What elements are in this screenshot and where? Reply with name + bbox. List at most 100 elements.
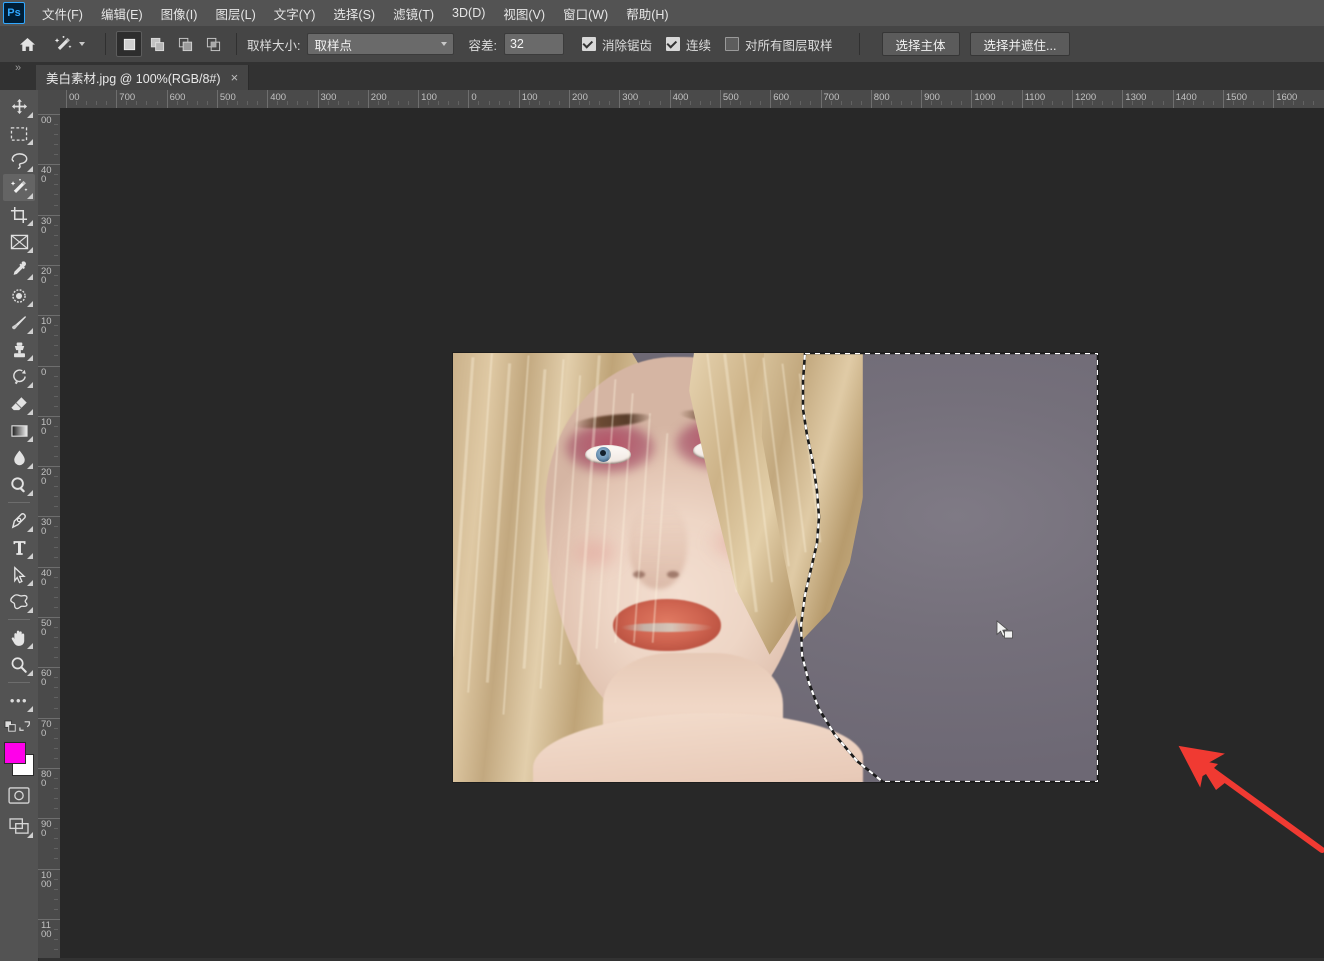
contiguous-checkbox[interactable]: 连续 (666, 35, 711, 54)
eraser-tool[interactable] (3, 390, 35, 417)
rectangular-marquee-tool[interactable] (3, 120, 35, 147)
ruler-tick-minor (1052, 101, 1053, 105)
ruler-tick-minor (348, 101, 349, 105)
close-icon[interactable]: × (231, 71, 239, 84)
home-icon[interactable] (14, 31, 40, 57)
vertical-ruler[interactable]: 0040030020010001002003004005006007008009… (38, 108, 61, 958)
menu-window[interactable]: 窗口(W) (554, 0, 617, 27)
ruler-tick-minor (54, 909, 58, 910)
zoom-tool[interactable] (3, 651, 35, 678)
clone-stamp-tool[interactable] (3, 336, 35, 363)
move-tool[interactable] (3, 93, 35, 120)
ruler-tick-minor (1213, 101, 1214, 105)
add-to-selection-button[interactable] (144, 31, 170, 57)
ruler-tick-minor (54, 325, 58, 326)
ruler-tick-minor (891, 101, 892, 105)
default-colors-button[interactable] (3, 714, 35, 738)
menu-image[interactable]: 图像(I) (152, 0, 207, 27)
ruler-tick-minor (257, 101, 258, 105)
menu-3d[interactable]: 3D(D) (443, 2, 494, 24)
color-swatches[interactable] (3, 742, 35, 776)
gradient-tool[interactable] (3, 417, 35, 444)
menu-help[interactable]: 帮助(H) (617, 0, 677, 27)
tool-more-triangle (27, 274, 33, 280)
ruler-tick-minor (297, 101, 298, 105)
lasso-tool[interactable] (3, 147, 35, 174)
blur-tool[interactable] (3, 444, 35, 471)
tool-preset-picker[interactable] (50, 31, 85, 57)
expand-panels-button[interactable]: » (0, 60, 36, 90)
menu-edit[interactable]: 编辑(E) (92, 0, 152, 27)
foreground-color-swatch[interactable] (4, 742, 26, 764)
divider (105, 33, 106, 55)
chevron-down-icon[interactable] (79, 42, 85, 46)
screen-mode-button[interactable] (3, 813, 35, 840)
menu-filter[interactable]: 滤镜(T) (384, 0, 443, 27)
ruler-tick-minor (54, 808, 58, 809)
ruler-tick-minor (901, 101, 902, 105)
selection-mode-group (116, 31, 226, 57)
custom-shape-tool[interactable] (3, 588, 35, 615)
menu-bar: Ps 文件(F) 编辑(E) 图像(I) 图层(L) 文字(Y) 选择(S) 滤… (0, 0, 1324, 26)
eyedropper-tool[interactable] (3, 255, 35, 282)
crop-tool[interactable] (3, 201, 35, 228)
ruler-tick-minor (378, 101, 379, 105)
ruler-tick-minor (54, 577, 58, 578)
intersect-selection-button[interactable] (200, 31, 226, 57)
ruler-tick-minor (398, 101, 399, 105)
menu-type[interactable]: 文字(Y) (265, 0, 325, 27)
tool-more-triangle (27, 526, 33, 532)
hand-tool[interactable] (3, 624, 35, 651)
subtract-from-selection-button[interactable] (172, 31, 198, 57)
sample-all-layers-checkbox[interactable]: 对所有图层取样 (725, 35, 833, 54)
pen-tool[interactable] (3, 507, 35, 534)
ruler-tick-minor (54, 899, 58, 900)
spot-healing-brush-tool[interactable] (3, 282, 35, 309)
menu-layer[interactable]: 图层(L) (206, 0, 264, 27)
ruler-label: 0 (468, 92, 476, 103)
frame-tool[interactable] (3, 228, 35, 255)
ruler-tick-minor (599, 101, 600, 105)
quick-mask-button[interactable] (3, 782, 35, 809)
menu-select[interactable]: 选择(S) (324, 0, 384, 27)
menu-view[interactable]: 视图(V) (494, 0, 554, 27)
ruler-tick-minor (106, 101, 107, 105)
anti-alias-checkbox[interactable]: 消除锯齿 (582, 35, 652, 54)
menu-file[interactable]: 文件(F) (33, 0, 92, 27)
horizontal-ruler[interactable]: 0070060050040030020010001002003004005006… (60, 90, 1324, 109)
ruler-tick-minor (911, 101, 912, 105)
ruler-tick-minor (227, 101, 228, 105)
ruler-tick-minor (177, 101, 178, 105)
magic-wand-tool[interactable] (3, 174, 35, 201)
tool-more-triangle (27, 247, 33, 253)
path-selection-tool[interactable] (3, 561, 35, 588)
brush-tool[interactable] (3, 309, 35, 336)
tool-more-triangle (27, 193, 33, 199)
tolerance-input[interactable]: 32 (504, 33, 564, 55)
ruler-tick-minor (931, 101, 932, 105)
canvas-area[interactable] (60, 108, 1324, 958)
anti-alias-label: 消除锯齿 (602, 35, 652, 54)
ruler-tick-minor (1042, 101, 1043, 105)
sample-size-select[interactable]: 取样点 (307, 33, 454, 55)
type-tool[interactable] (3, 534, 35, 561)
ruler-tick-minor (881, 101, 882, 105)
document-tab-bar: » 美白素材.jpg @ 100%(RGB/8#) × (0, 62, 1324, 90)
ruler-tick-minor (529, 101, 530, 105)
options-bar: 取样大小: 取样点 容差: 32 消除锯齿 连续 对所有图层取样 选择主体 选择… (0, 26, 1324, 63)
dodge-tool[interactable] (3, 471, 35, 498)
ruler-tick-minor (851, 101, 852, 105)
history-brush-tool[interactable] (3, 363, 35, 390)
select-and-mask-button[interactable]: 选择并遮住... (970, 32, 1071, 56)
new-selection-button[interactable] (116, 31, 142, 57)
ruler-tick-minor (1253, 101, 1254, 105)
ruler-label: 00 (41, 116, 52, 125)
tool-more-triangle (27, 382, 33, 388)
select-subject-button[interactable]: 选择主体 (882, 32, 960, 56)
edit-toolbar-button[interactable]: ••• (3, 687, 35, 714)
ruler-tick-minor (539, 101, 540, 105)
document-tab[interactable]: 美白素材.jpg @ 100%(RGB/8#) × (36, 65, 249, 90)
tool-divider (8, 502, 30, 503)
ruler-corner[interactable] (38, 90, 61, 109)
document-canvas[interactable] (453, 353, 1098, 782)
